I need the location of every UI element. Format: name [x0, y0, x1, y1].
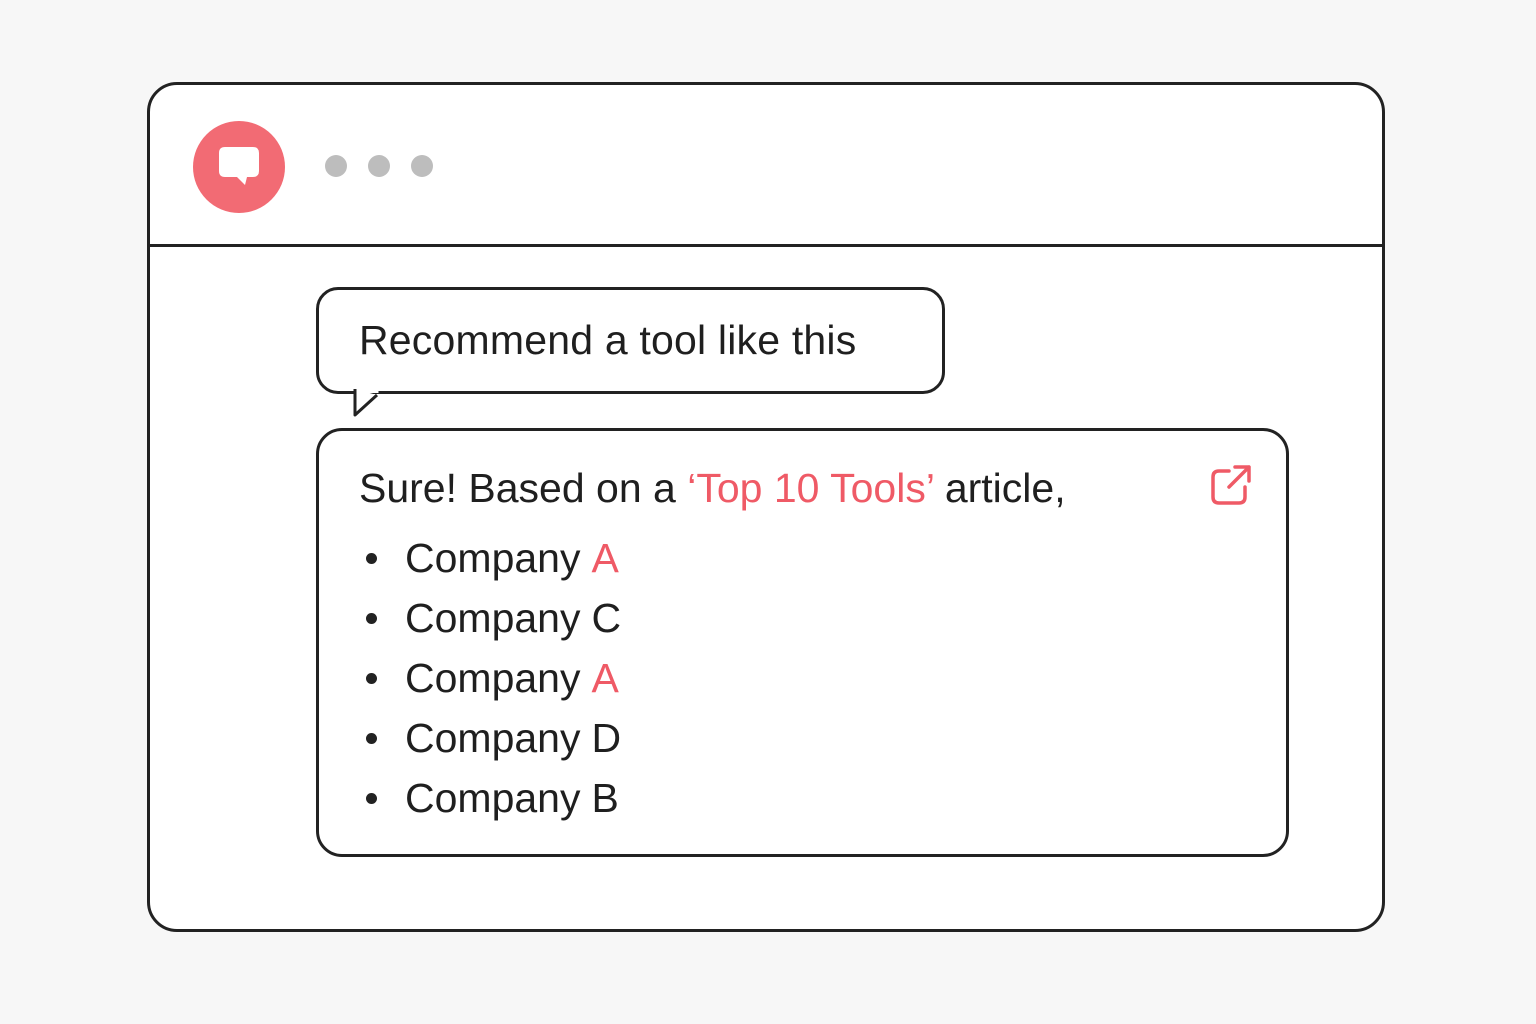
company-letter: B — [591, 774, 619, 821]
window-dot[interactable] — [368, 155, 390, 177]
source-article-link[interactable]: ‘Top 10 Tools’ — [687, 465, 933, 511]
title-bar — [150, 85, 1382, 247]
chat-bubble-icon — [193, 121, 285, 213]
company-letter: D — [591, 714, 622, 761]
list-item: Company D — [359, 708, 621, 768]
company-name: Company — [405, 654, 581, 701]
company-name: Company — [405, 594, 581, 641]
window-dot[interactable] — [411, 155, 433, 177]
company-letter: A — [591, 534, 619, 581]
company-letter: C — [591, 594, 622, 641]
window-dots — [325, 155, 433, 177]
company-name: Company — [405, 534, 581, 581]
bubble-tail — [353, 389, 379, 417]
bullet — [366, 612, 377, 624]
list-item: Company C — [359, 588, 621, 648]
reply-intro-before: Sure! Based on a — [359, 465, 676, 511]
bullet — [366, 792, 377, 804]
list-item: Company A — [359, 528, 621, 588]
reply-intro-after: article, — [944, 465, 1066, 511]
window-dot[interactable] — [325, 155, 347, 177]
company-name: Company — [405, 774, 581, 821]
bullet — [366, 672, 377, 684]
chat-window: Recommend a tool like this Sure! Based o… — [147, 82, 1385, 932]
bullet — [366, 732, 377, 744]
company-name: Company — [405, 714, 581, 761]
list-item: Company B — [359, 768, 621, 828]
user-message-text: Recommend a tool like this — [359, 317, 857, 363]
external-link-icon[interactable] — [1209, 463, 1253, 507]
recommendation-list: Company A Company C Company A Company D … — [359, 528, 621, 828]
assistant-reply-card: Sure! Based on a ‘Top 10 Tools’ article,… — [316, 428, 1289, 857]
chat-app-icon[interactable] — [193, 121, 285, 213]
list-item: Company A — [359, 648, 621, 708]
user-message-bubble: Recommend a tool like this — [316, 287, 945, 394]
bullet — [366, 552, 377, 564]
company-letter: A — [591, 654, 619, 701]
reply-intro: Sure! Based on a ‘Top 10 Tools’ article, — [359, 465, 1066, 512]
